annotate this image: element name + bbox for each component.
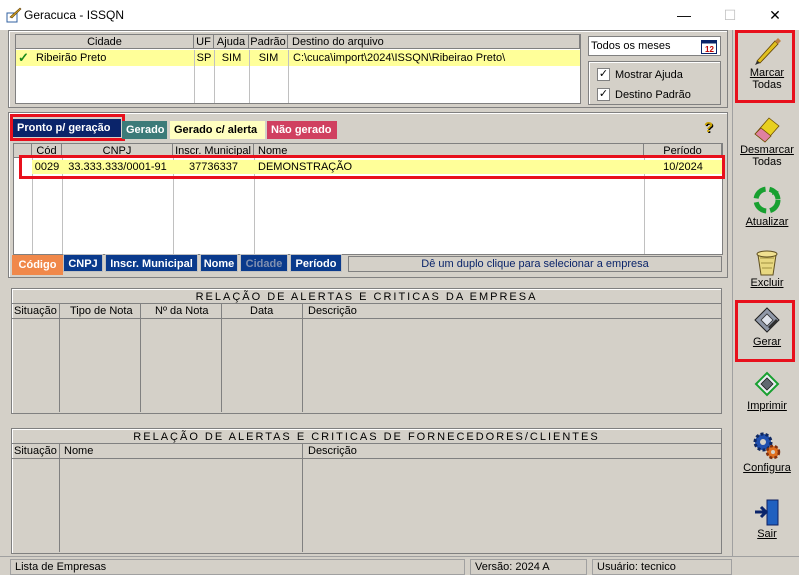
column-divider	[214, 50, 215, 103]
table-row[interactable]: ✓ Ribeirão Preto SP SIM SIM C:\cuca\impo…	[16, 50, 580, 66]
column-divider	[140, 304, 141, 412]
header-descricao[interactable]: Descrição	[308, 445, 357, 457]
help-icon[interactable]: ?	[704, 119, 718, 136]
sort-codigo-button[interactable]: Código	[12, 255, 63, 275]
calendar-icon[interactable]: 12	[701, 39, 717, 54]
tab-gerado[interactable]: Gerado	[122, 121, 167, 139]
app-icon	[6, 7, 22, 23]
main-area: Cidade UF Ajuda Padrão Destino do arquiv…	[0, 30, 732, 558]
cell-uf: SP	[196, 52, 212, 64]
configura-button[interactable]: Configura	[736, 430, 798, 474]
desmarcar-label-2: Todas	[752, 156, 782, 168]
months-select-value: Todos os meses	[591, 40, 671, 52]
header-descricao[interactable]: Descrição	[308, 305, 357, 317]
column-divider	[59, 444, 60, 552]
highlight-frame	[735, 300, 795, 362]
header-numero-nota[interactable]: Nº da Nota	[155, 305, 209, 317]
desmarcar-todas-button[interactable]: Desmarcar Todas	[736, 112, 798, 168]
status-bar: Lista de Empresas Versão: 2024 A Usuário…	[0, 556, 799, 575]
cities-grid[interactable]: Cidade UF Ajuda Padrão Destino do arquiv…	[15, 34, 581, 104]
column-divider	[249, 50, 250, 103]
alerts-empresa-panel: RELAÇÃO DE ALERTAS E CRITICAS DA EMPRESA…	[11, 288, 722, 414]
mostrar-ajuda-checkbox[interactable]: ✓	[597, 68, 610, 81]
imprimir-button[interactable]: Imprimir	[736, 368, 798, 412]
sort-cidade-button[interactable]: Cidade	[240, 254, 288, 272]
status-left: Lista de Empresas	[10, 559, 465, 575]
status-versao: Versão: 2024 A	[470, 559, 587, 575]
tab-nao-gerado[interactable]: Não gerado	[267, 121, 337, 139]
action-sidebar: Marcar Todas Desmarcar Todas Atualizar E…	[732, 30, 799, 558]
cell-destino: C:\cuca\import\2024\ISSQN\Ribeirao Preto…	[293, 52, 506, 64]
svg-text:12: 12	[705, 45, 714, 54]
atualizar-button[interactable]: Atualizar	[736, 184, 798, 228]
window-title: Geracuca - ISSQN	[24, 8, 125, 22]
destino-padrao-checkbox[interactable]: ✓	[597, 88, 610, 101]
cell-padrao: SIM	[258, 52, 279, 64]
header-uf[interactable]: UF	[194, 35, 214, 49]
maximize-button[interactable]: ☐	[707, 0, 753, 30]
exit-door-icon	[755, 499, 779, 526]
cell-ajuda: SIM	[221, 52, 242, 64]
trash-icon	[756, 250, 778, 276]
sort-periodo-button[interactable]: Período	[290, 254, 342, 272]
close-button[interactable]: ✕	[752, 0, 798, 30]
column-divider	[194, 50, 195, 103]
title-bar: Geracuca - ISSQN — ☐ ✕	[0, 0, 799, 30]
excluir-label: Excluir	[750, 277, 784, 289]
alerts-fornecedores-title: RELAÇÃO DE ALERTAS E CRITICAS DE FORNECE…	[12, 431, 721, 444]
sort-cnpj-button[interactable]: CNPJ	[63, 254, 103, 272]
header-cidade[interactable]: Cidade	[16, 35, 194, 49]
hint-text: Dê um duplo clique para selecionar a emp…	[348, 256, 722, 272]
printer-icon	[754, 371, 780, 397]
recycle-icon	[753, 186, 781, 214]
header-tipo-nota[interactable]: Tipo de Nota	[70, 305, 133, 317]
header-destino[interactable]: Destino do arquivo	[288, 35, 580, 49]
cities-panel: Cidade UF Ajuda Padrão Destino do arquiv…	[8, 30, 728, 108]
sair-button[interactable]: Sair	[736, 496, 798, 540]
excluir-button[interactable]: Excluir	[736, 245, 798, 289]
alerts-empresa-header: Situação Tipo de Nota Nº da Nota Data De…	[12, 304, 721, 319]
imprimir-label: Imprimir	[747, 400, 787, 412]
alerts-fornecedores-header: Situação Nome Descrição	[12, 444, 721, 459]
status-usuario: Usuário: tecnico	[592, 559, 732, 575]
sort-inscr-button[interactable]: Inscr. Municipal	[105, 254, 198, 272]
column-divider	[288, 50, 289, 103]
atualizar-label: Atualizar	[745, 216, 789, 228]
header-padrao[interactable]: Padrão	[249, 35, 288, 49]
highlight-frame	[19, 155, 725, 179]
header-ajuda[interactable]: Ajuda	[214, 35, 249, 49]
check-icon: ✓	[18, 50, 29, 65]
header-situacao[interactable]: Situação	[14, 445, 57, 457]
desmarcar-label-1: Desmarcar	[740, 144, 794, 156]
eraser-icon	[754, 117, 780, 143]
cell-cidade: Ribeirão Preto	[36, 52, 107, 64]
options-box: ✓ Mostrar Ajuda ✓ Destino Padrão	[588, 61, 721, 105]
header-situacao[interactable]: Situação	[14, 305, 57, 317]
mostrar-ajuda-label: Mostrar Ajuda	[615, 69, 683, 81]
alerts-fornecedores-panel: RELAÇÃO DE ALERTAS E CRITICAS DE FORNECE…	[11, 428, 722, 554]
sort-nome-button[interactable]: Nome	[200, 254, 238, 272]
sair-label: Sair	[757, 528, 777, 540]
header-data[interactable]: Data	[250, 305, 273, 317]
header-nome[interactable]: Nome	[64, 445, 93, 457]
column-divider	[221, 304, 222, 412]
column-divider	[302, 304, 303, 412]
column-divider	[59, 304, 60, 412]
highlight-frame	[735, 30, 795, 103]
minimize-button[interactable]: —	[661, 0, 707, 30]
gears-icon	[753, 432, 781, 460]
configura-label: Configura	[743, 462, 791, 474]
months-select[interactable]: Todos os meses 12	[588, 36, 721, 56]
column-divider	[302, 444, 303, 552]
alerts-empresa-title: RELAÇÃO DE ALERTAS E CRITICAS DA EMPRESA	[12, 291, 721, 304]
tab-gerado-alerta[interactable]: Gerado c/ alerta	[170, 121, 265, 139]
destino-padrao-label: Destino Padrão	[615, 89, 691, 101]
highlight-frame	[10, 114, 125, 141]
